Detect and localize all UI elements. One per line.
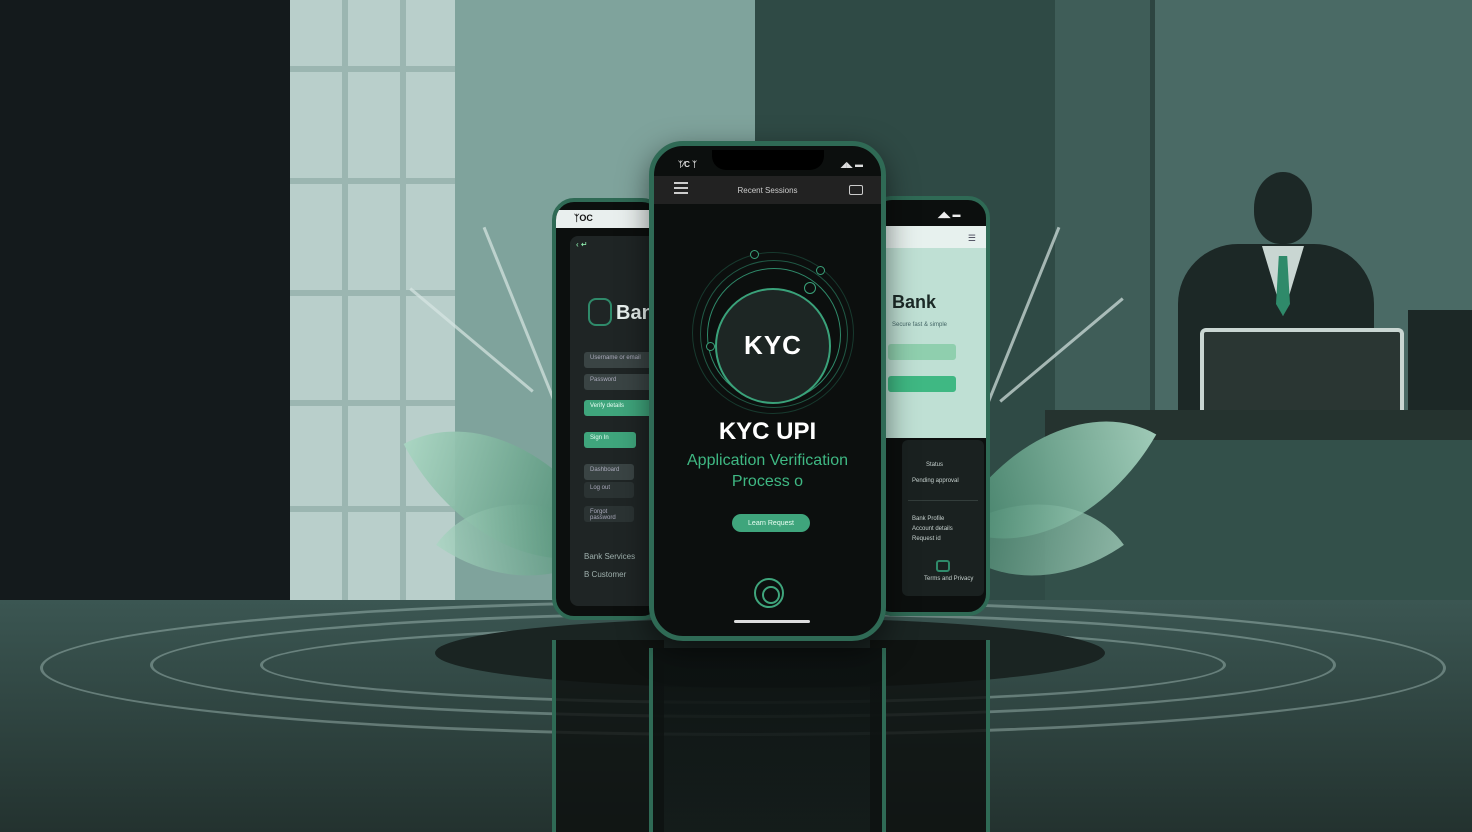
brand-tagline: Secure fast & simple <box>892 322 948 328</box>
window-mullion <box>290 66 455 72</box>
request-button[interactable]: Learn Request <box>732 514 810 532</box>
orbit-dot <box>750 250 759 259</box>
page-subtitle: Application Verification Process o <box>654 450 881 492</box>
subtitle-line: Application Verification <box>687 452 848 469</box>
subtitle-line: Process o <box>731 473 804 490</box>
sign-in-button[interactable]: Sign In <box>584 432 636 448</box>
phone-notch <box>712 150 824 170</box>
kyc-badge-text: KYC <box>744 330 802 360</box>
bank-home-screen: ☰ Bank Secure fast & simple <box>874 226 986 438</box>
desk-monitor-back <box>1408 310 1472 410</box>
back-icon[interactable]: ‹ ↵ <box>576 240 588 249</box>
card-profile-value: Account details <box>912 526 953 532</box>
page-title: KYC UPI <box>718 418 817 445</box>
forgot-password-link[interactable]: Forgot password <box>584 506 634 522</box>
fingerprint-icon[interactable] <box>754 578 784 608</box>
bank-logo-icon <box>588 298 612 326</box>
window-mullion <box>290 506 455 512</box>
card-footer[interactable]: Terms and Privacy <box>924 576 973 582</box>
dashboard-link[interactable]: Dashboard <box>584 464 634 480</box>
status-text: ᛉOC <box>574 213 593 223</box>
status-bar: ᛉOC <box>556 210 660 228</box>
home-indicator[interactable] <box>734 620 810 623</box>
orbit-dot <box>706 342 715 351</box>
status-bar: ◢◣ ▬ <box>874 208 986 222</box>
orbit-dot <box>804 282 816 294</box>
window-mullion <box>290 178 455 184</box>
card-request-id: Request id <box>912 536 941 542</box>
top-bar: ☰ <box>874 226 986 248</box>
card-profile-title: Bank Profile <box>912 516 945 522</box>
card-icon[interactable] <box>849 185 863 195</box>
orbit-dot <box>816 266 825 275</box>
card-status-title: Status <box>926 462 944 468</box>
phone-reflection <box>552 640 664 832</box>
status-time: ᛉ⁄C ᛉ <box>678 160 697 169</box>
signal-battery-icon: ◢◣ ▬ <box>840 160 863 169</box>
scene: ᛉOC ‹ ↵ Bank Username or email Password … <box>0 0 1472 832</box>
banker-head <box>1254 172 1312 244</box>
status-card: Status Pending approval Bank Profile Acc… <box>902 440 984 596</box>
card-divider <box>908 500 978 501</box>
brand-name: Bank <box>892 292 937 312</box>
window-mullion <box>290 400 455 406</box>
card-status-value: Pending approval <box>912 478 959 484</box>
center-phone: ᛉ⁄C ᛉ ◢◣ ▬ Recent Sessions KYC KYC UPI A… <box>649 141 886 641</box>
left-phone: ᛉOC ‹ ↵ Bank Username or email Password … <box>552 198 664 620</box>
app-header: Recent Sessions <box>654 176 881 204</box>
header-title: Recent Sessions <box>737 186 798 195</box>
bank-icon <box>936 560 950 572</box>
phone-reflection <box>870 640 990 832</box>
input-field[interactable] <box>888 344 956 360</box>
logout-link[interactable]: Log out <box>584 482 634 498</box>
bank-services-link[interactable]: Bank Services <box>584 552 635 561</box>
window-mullion <box>290 290 455 296</box>
office-window <box>290 0 455 600</box>
phone-reflection <box>649 648 886 832</box>
customer-link[interactable]: B Customer <box>584 570 626 579</box>
menu-icon[interactable]: ☰ <box>968 233 976 244</box>
kyc-badge: KYC <box>715 288 831 404</box>
desk-monitor <box>1200 328 1404 412</box>
continue-button[interactable] <box>888 376 956 392</box>
status-text: ◢◣ ▬ <box>938 210 961 219</box>
right-phone: ◢◣ ▬ ☰ Bank Secure fast & simple Status … <box>870 196 990 616</box>
